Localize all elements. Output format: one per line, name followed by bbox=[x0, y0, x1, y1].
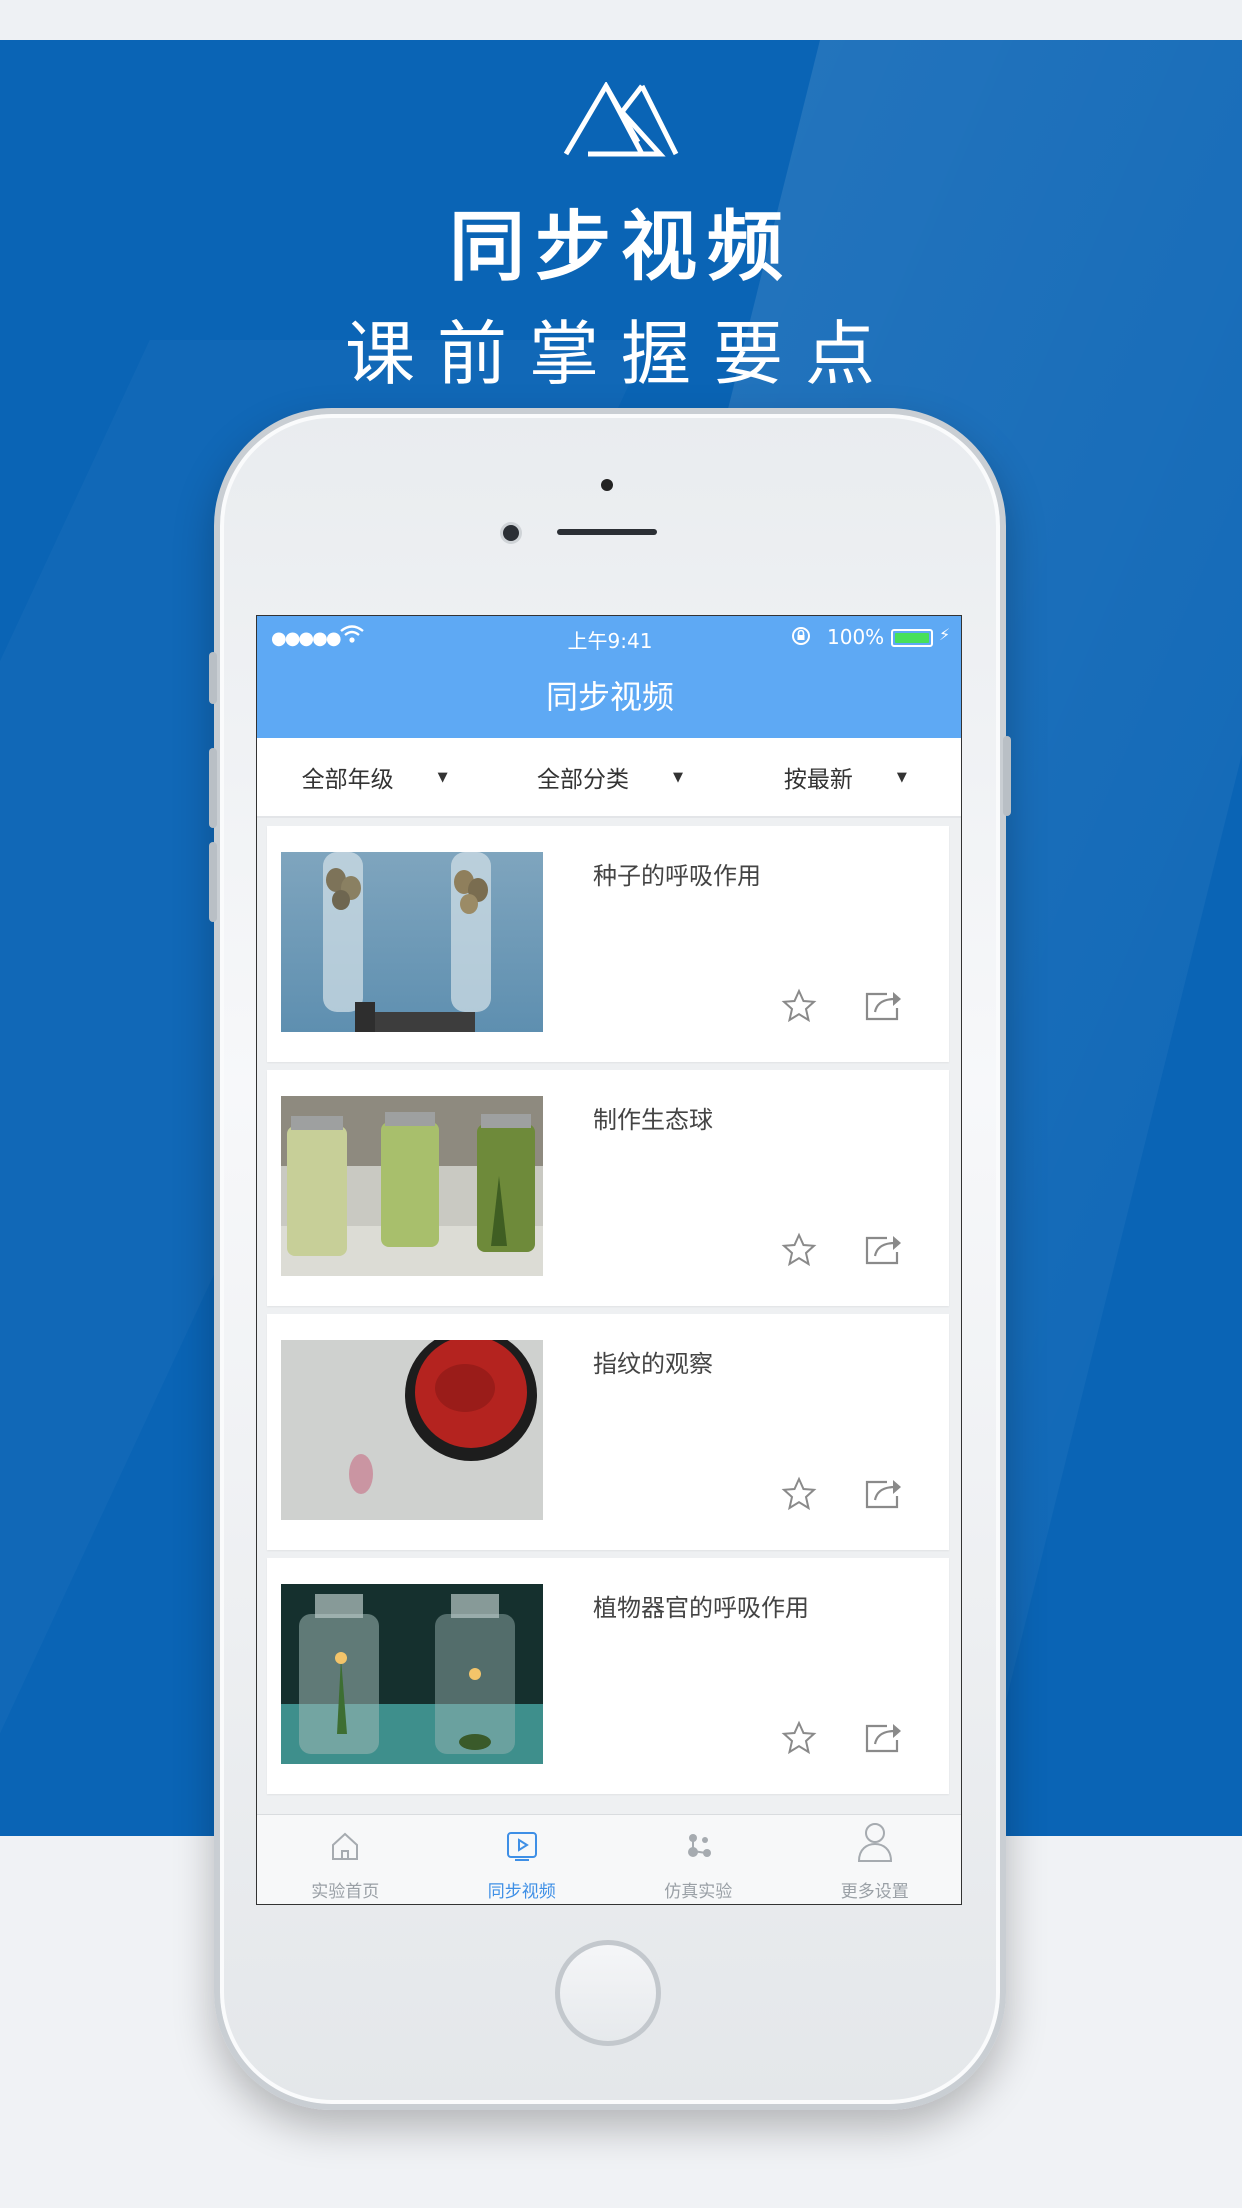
page-title: 同步视频 bbox=[545, 678, 674, 716]
video-title[interactable]: 植物器官的呼吸作用 bbox=[593, 1588, 809, 1623]
proximity-sensor bbox=[601, 479, 613, 491]
video-card[interactable]: 植物器官的呼吸作用 bbox=[267, 1558, 949, 1794]
home-icon bbox=[332, 1832, 359, 1860]
molecule-icon bbox=[688, 1834, 712, 1857]
tab-label: 仿真实验 bbox=[664, 1882, 733, 1902]
filter-label: 全部年级 bbox=[301, 767, 394, 793]
video-title[interactable]: 指纹的观察 bbox=[593, 1344, 713, 1379]
poster-headline: 同步视频 bbox=[449, 202, 793, 291]
filter-label: 全部分类 bbox=[536, 767, 629, 793]
rotation-lock-icon bbox=[790, 625, 812, 652]
tab-videos[interactable]: 同步视频 bbox=[434, 1815, 611, 1904]
tab-settings[interactable]: 更多设置 bbox=[787, 1815, 962, 1904]
video-thumbnail[interactable] bbox=[281, 1096, 543, 1276]
tab-bar: 实验首页 同步视频 仿真实验 更多设置 bbox=[257, 1814, 962, 1904]
filter-category[interactable]: 全部分类 ▼ bbox=[492, 738, 727, 816]
star-icon[interactable] bbox=[781, 1476, 817, 1512]
caret-down-icon: ▼ bbox=[896, 769, 907, 785]
video-thumbnail[interactable] bbox=[281, 1340, 543, 1520]
filter-label: 按最新 bbox=[783, 767, 853, 793]
volume-up-button bbox=[209, 748, 217, 828]
user-icon bbox=[857, 1823, 892, 1862]
app-header: ●●●●● 上午9:41 100% ⚡ 同步视频 bbox=[257, 616, 961, 738]
video-title[interactable]: 制作生态球 bbox=[593, 1100, 713, 1135]
filter-grade[interactable]: 全部年级 ▼ bbox=[257, 738, 492, 816]
star-icon[interactable] bbox=[781, 1232, 817, 1268]
tab-simulation[interactable]: 仿真实验 bbox=[610, 1815, 787, 1904]
earpiece-speaker bbox=[557, 529, 657, 535]
share-icon[interactable] bbox=[863, 1720, 903, 1754]
triangle-logo-icon bbox=[563, 82, 679, 157]
star-icon[interactable] bbox=[781, 988, 817, 1024]
video-list: 种子的呼吸作用 制作生态球 指纹的观察 植物器官的呼吸作用 bbox=[267, 826, 953, 1802]
star-icon[interactable] bbox=[781, 1720, 817, 1756]
video-thumbnail[interactable] bbox=[281, 1584, 543, 1764]
share-icon[interactable] bbox=[863, 988, 903, 1022]
battery-icon bbox=[891, 629, 933, 647]
caret-down-icon: ▼ bbox=[672, 769, 683, 785]
share-icon[interactable] bbox=[863, 1232, 903, 1266]
play-icon bbox=[506, 1832, 537, 1861]
filter-bar: 全部年级 ▼ 全部分类 ▼ 按最新 ▼ bbox=[257, 738, 961, 818]
volume-down-button bbox=[209, 842, 217, 922]
power-button bbox=[1003, 736, 1011, 816]
home-button[interactable] bbox=[555, 1940, 661, 2046]
tab-home[interactable]: 实验首页 bbox=[257, 1815, 434, 1904]
phone-screen: ●●●●● 上午9:41 100% ⚡ 同步视频 全部年级 ▼ 全部分类 ▼ 按… bbox=[256, 615, 962, 1905]
video-card[interactable]: 指纹的观察 bbox=[267, 1314, 949, 1550]
bolt-icon: ⚡ bbox=[939, 625, 951, 644]
battery-level bbox=[895, 633, 929, 643]
mute-switch bbox=[209, 652, 217, 704]
video-card[interactable]: 制作生态球 bbox=[267, 1070, 949, 1306]
battery-percent: 100% bbox=[827, 625, 885, 649]
top-strip bbox=[0, 0, 1242, 40]
poster-subline: 课前掌握要点 bbox=[345, 313, 897, 395]
video-card[interactable]: 种子的呼吸作用 bbox=[267, 826, 949, 1062]
status-bar: ●●●●● 上午9:41 100% ⚡ bbox=[257, 616, 961, 656]
tab-label: 实验首页 bbox=[311, 1882, 380, 1902]
video-title[interactable]: 种子的呼吸作用 bbox=[593, 856, 761, 891]
caret-down-icon: ▼ bbox=[437, 769, 448, 785]
filter-sort[interactable]: 按最新 ▼ bbox=[728, 738, 961, 816]
tab-label: 同步视频 bbox=[487, 1882, 556, 1902]
tab-label: 更多设置 bbox=[840, 1882, 909, 1902]
front-camera bbox=[503, 525, 519, 541]
video-thumbnail[interactable] bbox=[281, 852, 543, 1032]
share-icon[interactable] bbox=[863, 1476, 903, 1510]
